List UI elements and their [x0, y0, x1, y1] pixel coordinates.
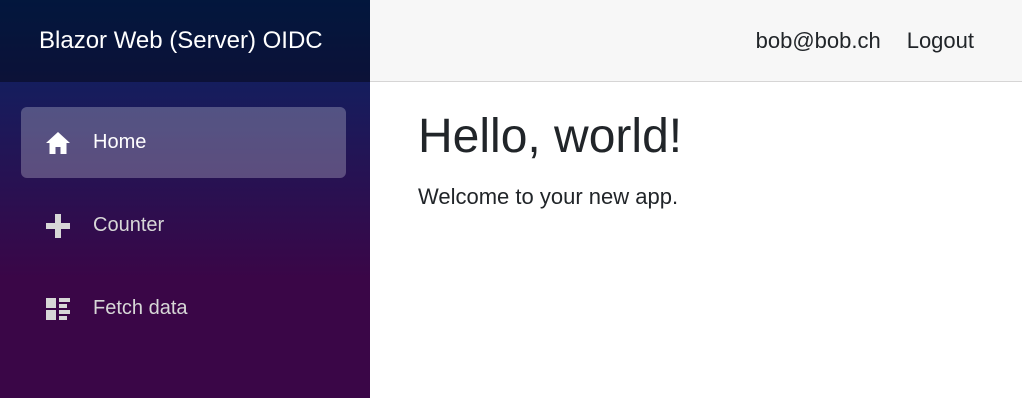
brand-link[interactable]: Blazor Web (Server) OIDC [39, 27, 323, 55]
sidebar-item-fetch-data[interactable]: Fetch data [21, 273, 346, 344]
sidebar-item-label: Home [93, 131, 147, 153]
sidebar-nav: Home Counter Fetch data [0, 82, 370, 344]
page-content: Hello, world! Welcome to your new app. [370, 82, 1022, 210]
welcome-text: Welcome to your new app. [418, 183, 679, 209]
home-icon [45, 130, 71, 156]
main-area: bob@bob.ch Logout Hello, world! Welcome … [370, 0, 1022, 398]
sidebar-item-label: Fetch data [93, 297, 188, 319]
logout-link[interactable]: Logout [907, 28, 974, 54]
list-rich-icon [45, 296, 71, 322]
sidebar: Blazor Web (Server) OIDC Home Counter Fe… [0, 0, 370, 398]
user-email: bob@bob.ch [755, 27, 881, 53]
brand-bar: Blazor Web (Server) OIDC [0, 0, 370, 82]
page-title: Hello, world! [418, 110, 683, 163]
sidebar-item-counter[interactable]: Counter [21, 190, 346, 261]
top-bar: bob@bob.ch Logout [370, 0, 1022, 82]
plus-icon [45, 213, 71, 239]
sidebar-item-home[interactable]: Home [21, 107, 346, 178]
app-root: Blazor Web (Server) OIDC Home Counter Fe… [0, 0, 1022, 398]
sidebar-item-label: Counter [93, 214, 165, 236]
